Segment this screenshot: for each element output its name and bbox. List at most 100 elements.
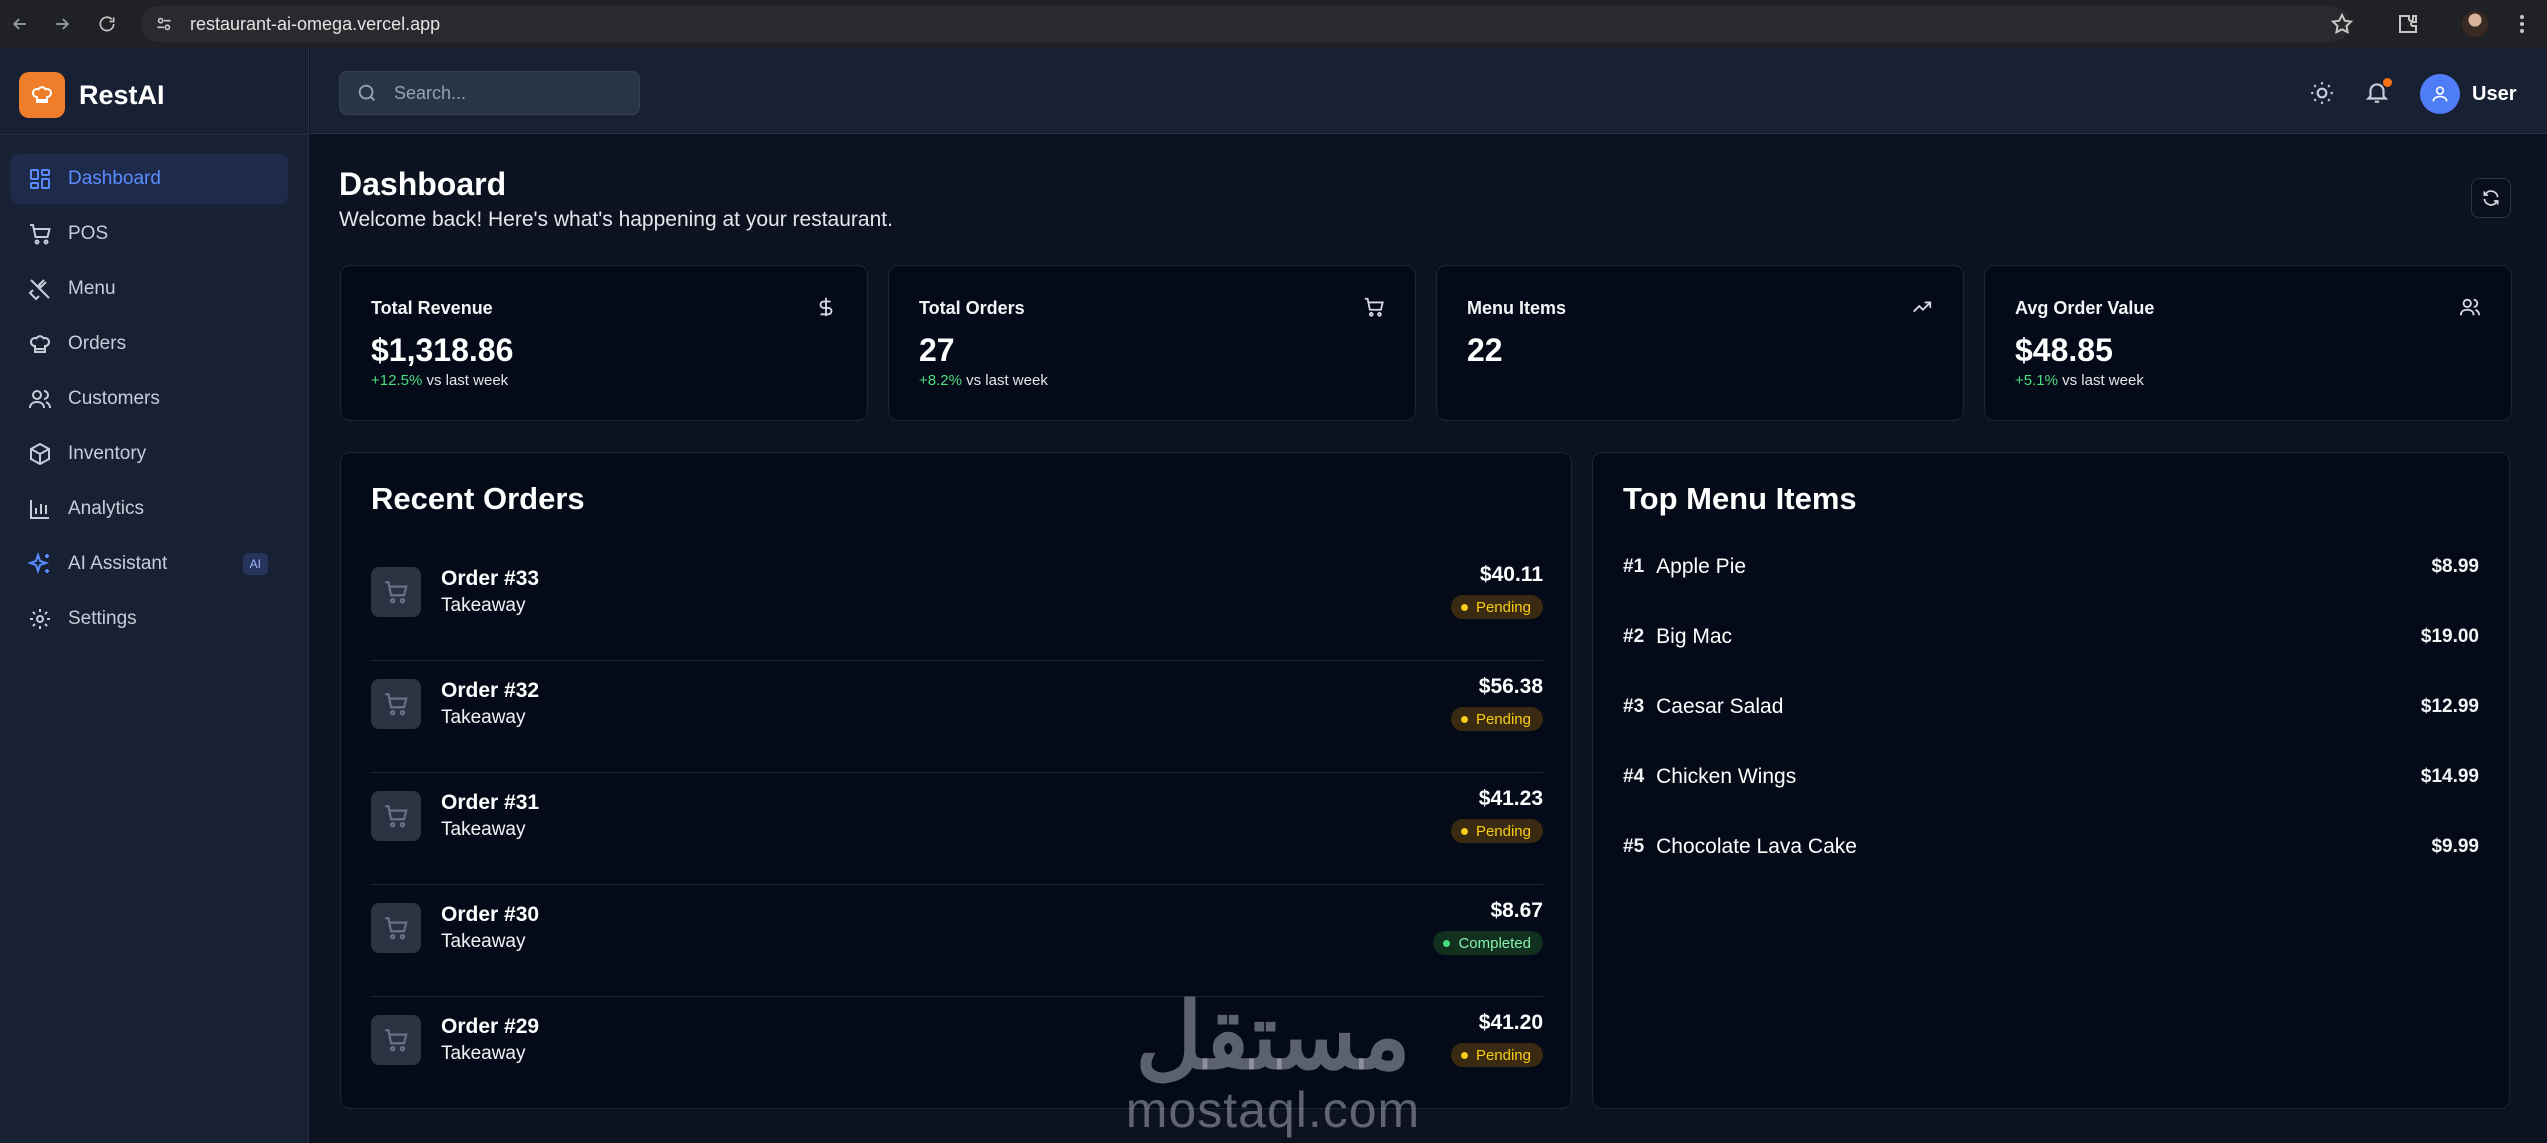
stat-delta-suffix: vs last week xyxy=(422,372,509,389)
address-bar[interactable]: restaurant-ai-omega.vercel.app xyxy=(140,6,2350,42)
order-total: $40.11 xyxy=(1479,563,1543,586)
order-total: $41.23 xyxy=(1478,787,1543,810)
stat-title: Avg Order Value xyxy=(2015,298,2155,318)
order-type: Takeaway xyxy=(441,595,526,616)
order-row[interactable]: Order #31 Takeaway $41.23 Pending xyxy=(371,773,1543,885)
divider xyxy=(0,134,309,135)
stat-delta-suffix: vs last week xyxy=(2057,372,2144,389)
menu-name: Chocolate Lava Cake xyxy=(1656,835,1857,858)
sidebar-item-pos[interactable]: POS xyxy=(10,209,288,259)
sidebar-item-ai-assistant[interactable]: AI Assistant AI xyxy=(10,539,288,589)
status-dot xyxy=(1443,939,1451,947)
ai-badge: AI xyxy=(242,553,268,575)
trending-up-icon xyxy=(1913,301,1932,313)
status-dot xyxy=(1460,1051,1468,1059)
order-cart-icon xyxy=(371,903,421,953)
sidebar-item-analytics[interactable]: Analytics xyxy=(10,484,288,534)
users-icon xyxy=(29,390,51,409)
sidebar-item-label: Analytics xyxy=(68,498,145,519)
stat-title: Total Orders xyxy=(919,298,1025,318)
refresh-button[interactable] xyxy=(2471,178,2511,218)
sidebar-item-dashboard[interactable]: Dashboard xyxy=(10,154,288,204)
order-name: Order #33 xyxy=(441,567,540,590)
sidebar-item-orders[interactable]: Orders xyxy=(10,319,288,369)
menu-item-row[interactable]: #2 Big Mac $19.00 xyxy=(1623,617,2479,657)
menu-item-row[interactable]: #1 Apple Pie $8.99 xyxy=(1623,547,2479,587)
profile-avatar[interactable] xyxy=(2462,11,2488,37)
browser-menu-icon[interactable] xyxy=(2510,12,2534,36)
menu-item-row[interactable]: #3 Caesar Salad $12.99 xyxy=(1623,687,2479,727)
stat-card-menu-items: Menu Items 22 xyxy=(1436,265,1964,421)
brand[interactable]: RestAI xyxy=(19,72,165,118)
extensions-icon[interactable] xyxy=(2396,12,2420,36)
bookmark-star-icon[interactable] xyxy=(2330,12,2354,36)
order-name: Order #29 xyxy=(441,1015,540,1038)
utensils-icon xyxy=(28,279,50,301)
menu-price: $8.99 xyxy=(2431,556,2479,577)
sidebar-item-label: AI Assistant xyxy=(68,553,168,574)
order-name: Order #32 xyxy=(441,679,540,702)
sidebar-item-menu[interactable]: Menu xyxy=(10,264,288,314)
cart-icon xyxy=(1364,297,1384,317)
sidebar-item-inventory[interactable]: Inventory xyxy=(10,429,288,479)
status-dot xyxy=(1460,603,1468,611)
order-total: $41.20 xyxy=(1478,1011,1543,1034)
sidebar-item-settings[interactable]: Settings xyxy=(10,594,288,644)
users-icon xyxy=(2459,298,2481,316)
page-title: Dashboard xyxy=(339,166,507,202)
site-settings-icon[interactable] xyxy=(154,14,174,34)
stat-value: 27 xyxy=(919,332,955,368)
user-name[interactable]: User xyxy=(2472,83,2516,106)
menu-price: $19.00 xyxy=(2420,626,2479,647)
user-avatar[interactable] xyxy=(2420,74,2460,114)
url-text: restaurant-ai-omega.vercel.app xyxy=(190,13,441,34)
status-dot xyxy=(1460,715,1468,723)
menu-item-row[interactable]: #5 Chocolate Lava Cake $9.99 xyxy=(1623,827,2479,867)
sidebar-nav: Dashboard POS Menu Orders Customers Inve… xyxy=(10,154,288,649)
order-row[interactable]: Order #33 Takeaway $40.11 Pending xyxy=(371,549,1543,661)
chef-hat-logo-icon xyxy=(19,72,65,118)
sidebar-item-customers[interactable]: Customers xyxy=(10,374,288,424)
back-icon[interactable] xyxy=(0,4,40,44)
chef-hat-icon xyxy=(29,335,51,353)
stat-title: Total Revenue xyxy=(371,298,493,318)
status-badge: Pending xyxy=(1450,595,1543,619)
stat-card-total-orders: Total Orders 27 +8.2% vs last week xyxy=(888,265,1416,421)
order-type: Takeaway xyxy=(441,819,526,840)
cart-icon xyxy=(30,224,51,245)
menu-name: Apple Pie xyxy=(1656,555,1747,578)
panel-title: Recent Orders xyxy=(371,481,585,516)
order-cart-icon xyxy=(371,679,421,729)
status-label: Pending xyxy=(1475,710,1531,728)
reload-icon[interactable] xyxy=(87,4,127,44)
user-icon xyxy=(2432,86,2448,102)
status-dot xyxy=(1460,827,1468,835)
order-cart-icon xyxy=(371,1015,421,1065)
menu-rank: #3 xyxy=(1623,696,1645,717)
order-name: Order #30 xyxy=(441,903,540,926)
stat-value: $48.85 xyxy=(2015,332,2113,368)
menu-item-row[interactable]: #4 Chicken Wings $14.99 xyxy=(1623,757,2479,797)
search-box[interactable] xyxy=(339,71,640,115)
sidebar-item-label: Dashboard xyxy=(68,168,161,189)
panel-title: Top Menu Items xyxy=(1623,481,1857,516)
menu-rank: #1 xyxy=(1623,556,1645,577)
dollar-icon xyxy=(819,297,833,317)
order-row[interactable]: Order #32 Takeaway $56.38 Pending xyxy=(371,661,1543,773)
status-badge: Pending xyxy=(1450,707,1543,731)
search-input[interactable] xyxy=(392,81,612,105)
stat-delta-suffix: vs last week xyxy=(961,372,1048,389)
sidebar-item-label: Settings xyxy=(68,608,137,629)
notification-dot xyxy=(2383,78,2392,87)
sidebar-item-label: Inventory xyxy=(68,443,147,464)
sparkles-icon xyxy=(28,552,50,575)
forward-icon[interactable] xyxy=(42,4,82,44)
menu-rank: #4 xyxy=(1623,766,1645,787)
page-subtitle: Welcome back! Here's what's happening at… xyxy=(339,208,893,231)
menu-price: $9.99 xyxy=(2431,836,2479,857)
top-header: User xyxy=(310,48,2547,134)
refresh-icon xyxy=(2483,190,2499,206)
sidebar-item-label: Orders xyxy=(68,333,127,354)
theme-toggle-sun-icon[interactable] xyxy=(2309,80,2335,106)
order-row[interactable]: Order #30 Takeaway $8.67 Completed xyxy=(371,885,1543,997)
